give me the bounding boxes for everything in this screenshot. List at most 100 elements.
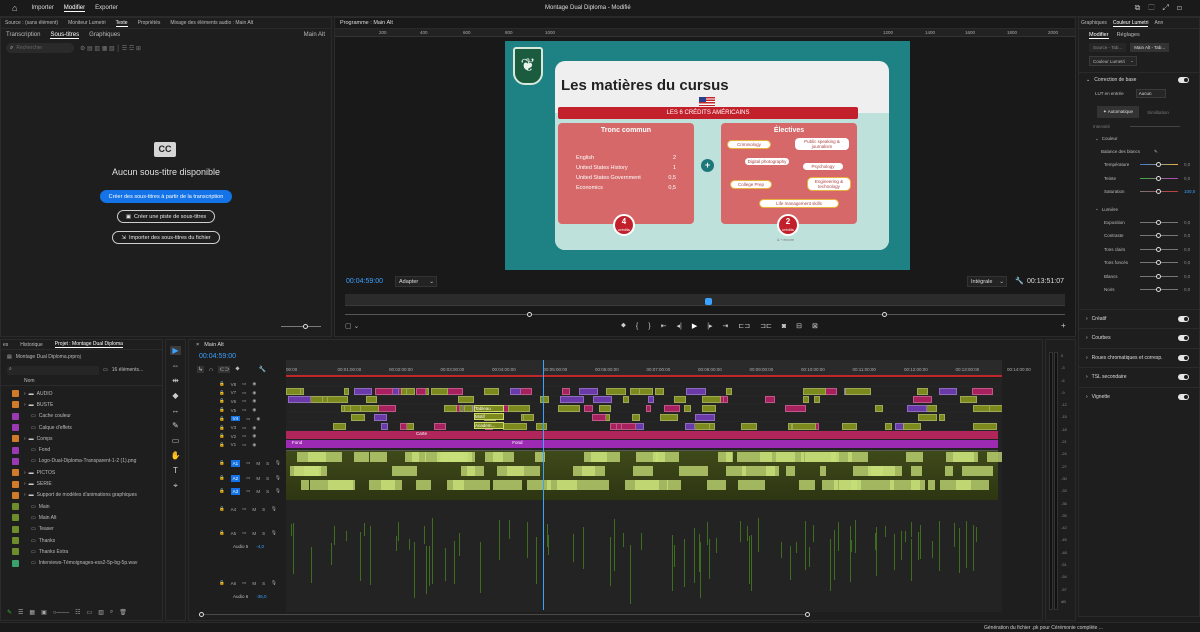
lock-icon[interactable]: 🔒: [219, 433, 225, 439]
mini-ruler[interactable]: [345, 294, 1065, 306]
hand-icon[interactable]: ✋: [171, 451, 181, 460]
lock-icon[interactable]: 🔒: [219, 530, 225, 536]
project-item[interactable]: ▭ Calque d'effets: [1, 422, 162, 433]
label-color-swatch[interactable]: [12, 412, 19, 420]
project-item[interactable]: › ▬ SERIE: [1, 478, 162, 489]
project-item[interactable]: ▭ Thanks: [1, 535, 162, 546]
video-clip[interactable]: [444, 405, 458, 413]
label-color-swatch[interactable]: [12, 401, 19, 409]
search-field[interactable]: ⌕ Rechercher: [6, 43, 74, 53]
subtab-transcription[interactable]: Transcription: [6, 32, 40, 38]
eye-icon[interactable]: ◉: [252, 398, 256, 404]
track-area[interactable]: Fond Fond Carte Tableau Motif Academ...: [286, 378, 1002, 612]
mic-icon[interactable]: 🎙: [275, 460, 281, 466]
toggle[interactable]: [1178, 335, 1189, 342]
lock-icon[interactable]: 🔒: [219, 381, 225, 387]
video-clip[interactable]: [803, 387, 826, 395]
expand-chevron-icon[interactable]: ›: [24, 436, 26, 442]
video-clip-fond[interactable]: Fond Fond: [286, 440, 998, 448]
video-clip-v2[interactable]: Carte: [286, 431, 998, 439]
solo-button[interactable]: S: [266, 476, 269, 481]
video-clip[interactable]: [701, 405, 716, 413]
quality-dropdown[interactable]: Intégrale ⌄: [967, 276, 1007, 287]
video-clip[interactable]: [939, 387, 957, 395]
slider-knob[interactable]: [1156, 219, 1161, 225]
expand-chevron-icon[interactable]: ›: [24, 402, 26, 408]
lumetri-section[interactable]: › Créatif: [1079, 308, 1199, 329]
label-color-swatch[interactable]: [12, 390, 19, 398]
project-item[interactable]: ▭ Teaser: [1, 524, 162, 535]
mute-button[interactable]: M: [252, 507, 256, 512]
slider-value[interactable]: 0,0: [1184, 162, 1190, 167]
tab-historique[interactable]: Historique: [20, 342, 43, 348]
video-clip[interactable]: [399, 422, 407, 430]
project-item[interactable]: ▭ Thanks Extra: [1, 546, 162, 557]
video-clip[interactable]: [660, 413, 678, 421]
eye-icon[interactable]: ◉: [252, 442, 256, 448]
solo-button[interactable]: S: [266, 461, 269, 466]
project-item[interactable]: › ▬ AUDIO: [1, 388, 162, 399]
title-clip[interactable]: Tableau: [474, 405, 504, 412]
video-clip[interactable]: [360, 405, 380, 413]
tab-texte[interactable]: Texte: [115, 20, 128, 27]
video-clip[interactable]: [463, 405, 474, 413]
solo-button[interactable]: S: [262, 581, 265, 586]
video-clip[interactable]: [725, 387, 733, 395]
video-clip[interactable]: [592, 413, 607, 421]
menu-modifier[interactable]: Modifier: [63, 5, 86, 12]
playhead[interactable]: [543, 360, 544, 610]
create-caption-track-button[interactable]: ▣ Créer une piste de sous-titres: [116, 210, 216, 223]
lock-icon[interactable]: 🔒: [219, 488, 225, 494]
eye-icon[interactable]: ◉: [252, 381, 256, 387]
project-footer[interactable]: ✎ ☰ ▦ ▣ ○─── ☷ ▭ ▥ ⌕ 🗑: [7, 609, 127, 616]
tab-ann[interactable]: Ann: [1154, 20, 1163, 26]
eye-icon[interactable]: ◉: [252, 433, 256, 439]
video-clip[interactable]: [784, 405, 807, 413]
lumetri-section[interactable]: › Roues chromatiques et corresp.: [1079, 347, 1199, 368]
pen-icon[interactable]: ✎: [172, 421, 179, 430]
toggle[interactable]: [1178, 315, 1189, 322]
eyedropper-icon[interactable]: ✎: [1154, 149, 1158, 155]
slider-knob[interactable]: [1156, 287, 1161, 293]
lumetri-slider-row[interactable]: Tons foncés 0,0: [1079, 256, 1199, 270]
lock-icon[interactable]: 🔒: [219, 390, 225, 396]
timeline-tools[interactable]: ↳ ∩ ⊂⊃ ⬥ 🔧: [197, 366, 266, 373]
video-clip[interactable]: [558, 405, 580, 413]
video-clip[interactable]: [884, 422, 892, 430]
video-track-header[interactable]: 🔒 V8 ▭ ◉: [219, 380, 256, 388]
video-clip[interactable]: [381, 422, 388, 430]
tab-graphiques[interactable]: Graphiques: [1081, 20, 1107, 26]
transport-controls[interactable]: ⬥ {} ⇤ ◂| ▶ |▸ ⇥ ⊏⊐ ⊐⊏ ◙ ⊟ ⊠: [621, 322, 818, 330]
lumetri-slider-row[interactable]: Exposition 0,0: [1079, 216, 1199, 230]
video-clip[interactable]: [916, 387, 929, 395]
expand-chevron-icon[interactable]: ›: [24, 492, 26, 498]
mute-button[interactable]: M: [256, 476, 260, 481]
lut-dropdown[interactable]: Aucun: [1135, 89, 1166, 98]
video-clip[interactable]: [484, 387, 500, 395]
eye-icon[interactable]: ◉: [252, 425, 256, 431]
project-item[interactable]: › ▬ Comps: [1, 433, 162, 444]
mic-icon[interactable]: 🎙: [275, 488, 281, 494]
lumetri-section[interactable]: › TSL secondaire: [1079, 367, 1199, 387]
razor-icon[interactable]: ◆: [172, 391, 178, 400]
mute-button[interactable]: M: [256, 461, 260, 466]
label-color-swatch[interactable]: [12, 424, 19, 432]
project-item[interactable]: › ▬ Support de modèles d'animations graphi…: [1, 490, 162, 501]
tab-source[interactable]: Source : (sans élément): [5, 20, 58, 26]
mute-button[interactable]: M: [256, 489, 260, 494]
video-clip[interactable]: [841, 422, 857, 430]
toggle[interactable]: [1178, 374, 1189, 381]
video-clip[interactable]: [400, 387, 407, 395]
rectangle-icon[interactable]: ▭: [172, 436, 180, 445]
slider-knob[interactable]: [1156, 260, 1161, 266]
slider-value[interactable]: 0,0: [1184, 220, 1190, 225]
video-clip[interactable]: [344, 387, 349, 395]
project-item[interactable]: ▭ Fond: [1, 444, 162, 455]
audio-track-header[interactable]: 🔒 A4 ▭ M S 🎙: [219, 504, 277, 514]
video-clip[interactable]: [902, 422, 922, 430]
video-clip[interactable]: [522, 413, 535, 421]
tab-lumetri-monitor[interactable]: Moniteur Lumetri: [68, 20, 106, 26]
slider-value[interactable]: 100,0: [1184, 189, 1195, 194]
lumetri-slider-row[interactable]: Saturation 100,0: [1079, 185, 1199, 199]
video-clip[interactable]: [645, 405, 652, 413]
